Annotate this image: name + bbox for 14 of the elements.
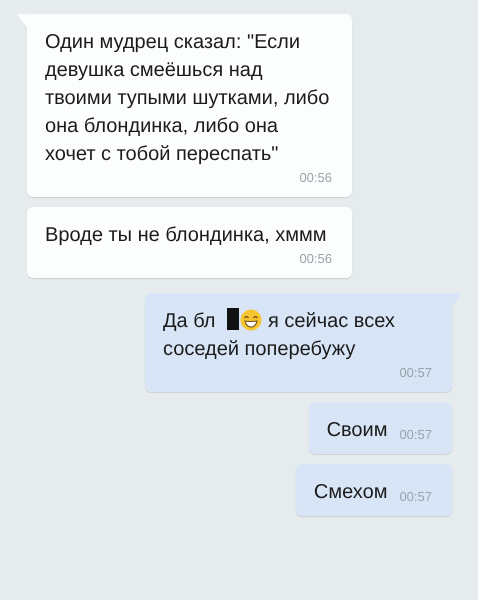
message-time: 00:56 [298,251,332,266]
redaction-mark [227,308,240,330]
message-time: 00:57 [398,365,432,380]
message-text: Да бл [163,309,216,334]
message-text: я сейчас всех [268,309,395,334]
grin-emoji-icon [240,309,262,331]
message-text: соседей поперебужу [163,337,356,362]
message-text: Один мудрец сказал: "Если девушка смеёшься над твоими тупыми шутками, либо она блондинка, либо она хочет с тобой переспать" [45,31,330,165]
message-time: 00:57 [398,427,432,442]
message-time: 00:56 [298,170,332,185]
message-time: 00:57 [398,489,432,504]
message-text: Смехом [314,481,388,503]
message-text: Вроде ты не блондинка, хммм [45,224,326,246]
message-text: Своим [326,419,388,441]
